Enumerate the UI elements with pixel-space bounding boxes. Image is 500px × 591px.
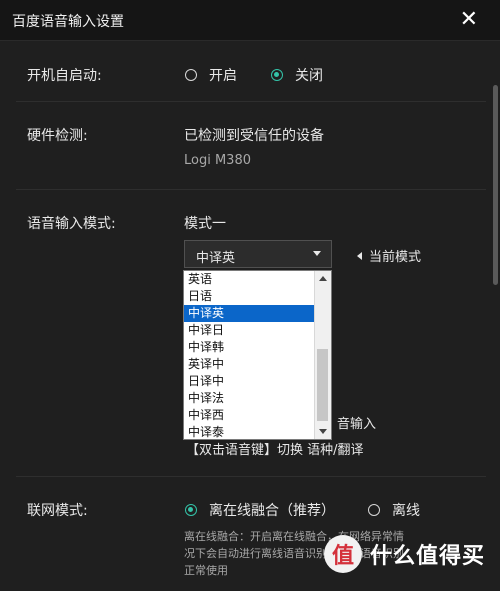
mode-option[interactable]: 英译中 [184, 356, 314, 373]
network-offline-label: 离线 [392, 503, 420, 519]
divider [16, 189, 486, 190]
watermark-logo-icon: 值 [324, 535, 362, 573]
autostart-off-radio[interactable]: 关闭 [271, 65, 323, 85]
mode-option[interactable]: 中译泰 [184, 424, 314, 439]
mode-option[interactable]: 英语 [184, 271, 314, 288]
device-name: Logi M380 [184, 153, 251, 168]
scrollbar-thumb[interactable] [317, 349, 328, 421]
mode-select-value: 中译英 [196, 251, 236, 266]
settings-content: 开机自启动: 开启 关闭 硬件检测: 已检测到受信任的设备 Logi M380 … [0, 40, 500, 591]
dropdown-scrollbar[interactable] [314, 271, 331, 439]
mode-dropdown-list[interactable]: 英语 日语 中译英 中译日 中译韩 英译中 日译中 中译法 中译西 中译泰 [183, 270, 332, 440]
window-title: 百度语音输入设置 [12, 14, 124, 30]
autostart-off-label: 关闭 [295, 68, 323, 84]
hardware-label: 硬件检测: [27, 128, 88, 144]
network-label: 联网模式: [27, 503, 88, 519]
switch-hint: 【双击语音键】切换 语种/翻译 [186, 443, 364, 458]
radio-checked-icon [185, 504, 197, 516]
mode-select[interactable]: 中译英 [184, 240, 332, 268]
arrow-left-icon [357, 251, 362, 260]
network-hybrid-radio[interactable]: 离在线融合（推荐） [185, 500, 335, 520]
scroll-up-icon[interactable] [319, 276, 327, 281]
mode-option[interactable]: 日译中 [184, 373, 314, 390]
close-icon[interactable]: ✕ [460, 6, 478, 34]
mode-option[interactable]: 中译法 [184, 390, 314, 407]
voice-mode-label: 语音输入模式: [27, 216, 116, 232]
chevron-down-icon [313, 251, 321, 256]
network-hybrid-label: 离在线融合（推荐） [209, 503, 335, 519]
mode-option[interactable]: 日语 [184, 288, 314, 305]
current-mode-hint: 当前模式 [357, 246, 421, 265]
mode-option[interactable]: 中译韩 [184, 339, 314, 356]
radio-icon [368, 504, 380, 516]
radio-icon [185, 69, 197, 81]
current-mode-text: 当前模式 [369, 250, 422, 265]
network-offline-radio[interactable]: 离线 [368, 500, 420, 520]
scroll-down-icon[interactable] [319, 429, 327, 434]
mode-name: 模式一 [184, 216, 226, 232]
title-bar: 百度语音输入设置 ✕ [0, 0, 500, 41]
main-scrollbar[interactable] [493, 85, 498, 285]
mode-option[interactable]: 中译西 [184, 407, 314, 424]
autostart-label: 开机自启动: [27, 68, 102, 84]
divider [16, 101, 486, 102]
autostart-on-radio[interactable]: 开启 [185, 65, 237, 85]
site-watermark: 值 什么值得买 [324, 535, 485, 573]
network-desc-line3: 正常使用 [184, 564, 228, 577]
autostart-on-label: 开启 [209, 68, 237, 84]
voice-hint-partial: 音输入 [337, 417, 377, 432]
hardware-status: 已检测到受信任的设备 [184, 128, 324, 144]
mode-option[interactable]: 中译日 [184, 322, 314, 339]
mode-option-selected[interactable]: 中译英 [184, 305, 314, 322]
divider [16, 476, 486, 477]
watermark-text: 什么值得买 [370, 544, 486, 569]
radio-checked-icon [271, 69, 283, 81]
